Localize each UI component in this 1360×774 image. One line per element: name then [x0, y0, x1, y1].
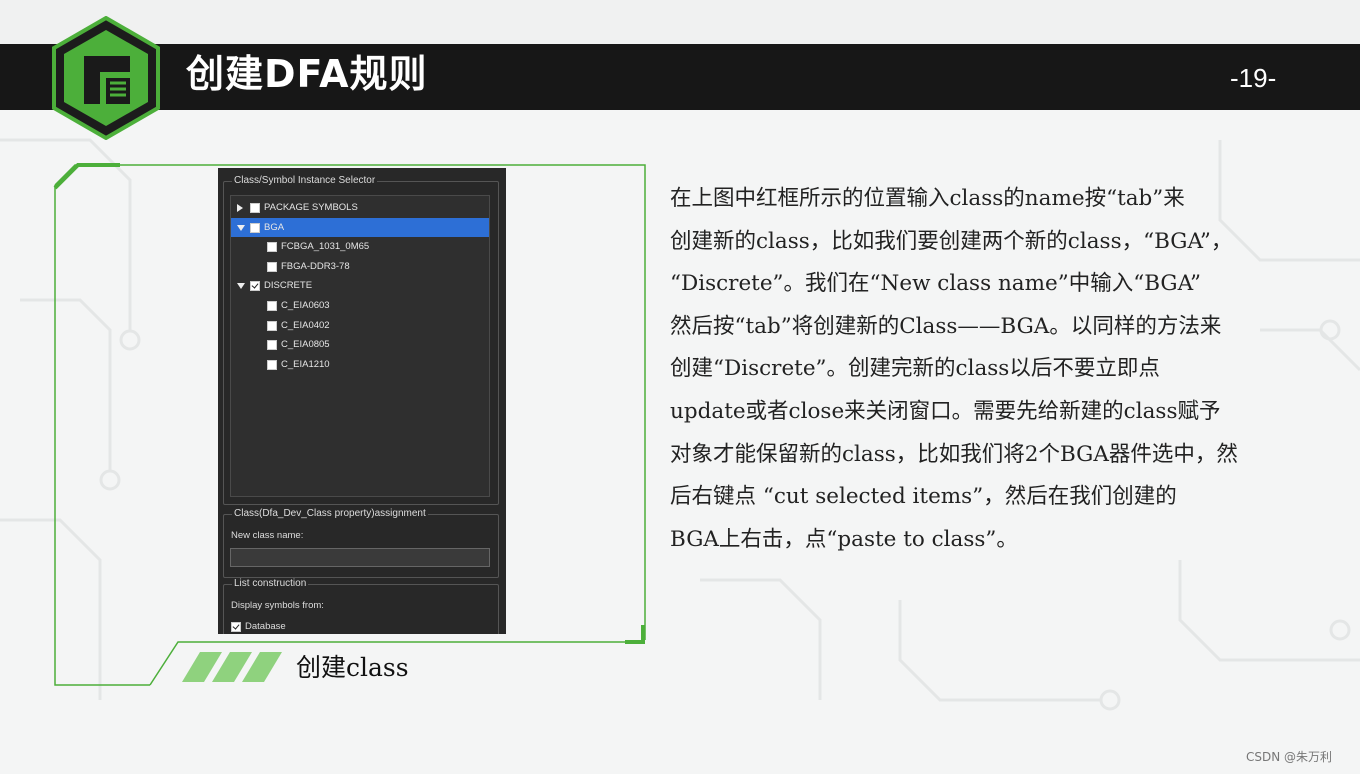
display-symbols-label: Display symbols from:: [231, 600, 324, 611]
tree-checkbox[interactable]: [250, 203, 260, 213]
tree-row[interactable]: DISCRETE: [231, 276, 489, 295]
top-strip: [0, 0, 1360, 44]
tree-row[interactable]: C_EIA1210: [231, 355, 489, 374]
tree-checkbox[interactable]: [267, 261, 277, 272]
class-selector-dialog: Class/Symbol Instance Selector PACKAGE S…: [218, 168, 506, 634]
tree-row-label: C_EIA0402: [281, 319, 330, 331]
title-bar: 创建DFA规则 -19-: [0, 44, 1360, 110]
tree-checkbox[interactable]: [267, 359, 277, 370]
tree-row-label: C_EIA1210: [281, 358, 330, 370]
tree-row-label: C_EIA0805: [281, 339, 330, 351]
tree-checkbox[interactable]: [267, 242, 277, 253]
tree-row-label: PACKAGE SYMBOLS: [264, 202, 358, 213]
tree-row-label: C_EIA0603: [281, 300, 330, 311]
assignment-group: Class(Dfa_Dev_Class property)assignment: [223, 508, 499, 578]
company-logo-icon: [52, 16, 160, 140]
tree-checkbox[interactable]: [267, 320, 277, 331]
selector-group-title: Class/Symbol Instance Selector: [232, 175, 378, 187]
instruction-line: 对象才能保留新的class，比如我们将2个BGA器件选中，然: [670, 441, 1238, 467]
new-class-name-label: New class name:: [231, 530, 304, 541]
tree-row-label: DISCRETE: [264, 280, 313, 292]
instruction-line: 后右键点 “cut selected items”，然后在我们创建的: [670, 484, 1177, 510]
assignment-group-title: Class(Dfa_Dev_Class property)assignment: [232, 508, 428, 520]
expand-down-icon[interactable]: [237, 283, 245, 290]
tree-row[interactable]: C_EIA0402: [231, 316, 489, 335]
class-tree[interactable]: PACKAGE SYMBOLS BGA FCBGA_1031_0M65 FBGA-DD…: [230, 195, 490, 497]
tree-row[interactable]: FCBGA_1031_0M65: [231, 237, 489, 256]
instruction-line: 创建“Discrete”。创建完新的class以后不要立即点: [670, 356, 1160, 382]
tree-row-label: FBGA-DDR3-78: [281, 260, 350, 272]
expand-right-icon[interactable]: [237, 204, 243, 212]
instruction-line: 创建新的class，比如我们要创建两个新的class，“BGA”，: [670, 228, 1233, 254]
slide-title: 创建DFA规则: [186, 52, 428, 96]
tree-row-label: BGA: [264, 221, 285, 233]
tree-checkbox[interactable]: [250, 222, 260, 233]
expand-down-icon[interactable]: [237, 224, 245, 231]
instruction-line: “Discrete”。我们在“New class name”中输入“BGA”: [670, 271, 1201, 297]
instruction-line: 然后按“tab”将创建新的Class——BGA。以同样的方法来: [670, 313, 1222, 339]
instruction-text: 在上图中红框所示的位置输入class的name按“tab”来创建新的class，…: [670, 178, 1340, 561]
tree-row[interactable]: FBGA-DDR3-78: [231, 257, 489, 276]
database-checkbox[interactable]: [231, 622, 241, 632]
tree-row[interactable]: C_EIA0603: [231, 296, 489, 315]
instruction-line: BGA上右击，点“paste to class”。: [670, 526, 1018, 552]
tree-row-label: FCBGA_1031_0M65: [281, 241, 370, 253]
tree-row[interactable]: C_EIA0805: [231, 335, 489, 354]
tree-checkbox[interactable]: [267, 340, 277, 351]
instruction-line: 在上图中红框所示的位置输入class的name按“tab”来: [670, 186, 1185, 211]
tree-checkbox[interactable]: [250, 281, 260, 292]
watermark: CSDN @朱万利: [1246, 750, 1333, 764]
page-number: -19-: [1230, 63, 1277, 93]
database-label: Database: [245, 621, 286, 632]
instruction-line: update或者close来关闭窗口。需要先给新建的class赋予: [670, 398, 1221, 424]
tree-row[interactable]: PACKAGE SYMBOLS: [231, 198, 489, 217]
figure-caption: 创建class: [296, 653, 409, 682]
new-class-name-input[interactable]: [230, 548, 490, 567]
tree-checkbox[interactable]: [267, 301, 277, 311]
tree-row[interactable]: BGA: [231, 217, 489, 237]
list-construction-title: List construction: [232, 578, 309, 590]
